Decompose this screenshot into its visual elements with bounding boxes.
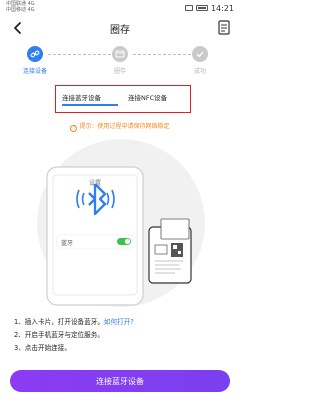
warning-icon: !	[70, 125, 78, 132]
progress-stepper: 连接设备 圈存 成功	[0, 46, 240, 82]
tab-nfc[interactable]: 连接NFC设备	[128, 92, 167, 102]
step-label: 成功	[193, 68, 206, 75]
bluetooth-illustration: 设置 蓝牙	[37, 139, 205, 307]
step-load: 圈存	[90, 46, 150, 75]
bluetooth-toggle	[117, 238, 131, 245]
card-reader-graphic	[148, 218, 192, 284]
connection-tabs: 连接蓝牙设备 连接NFC设备	[55, 85, 191, 113]
tip-text: 提示：使用过程中请保持网络稳定	[79, 123, 170, 130]
battery-icon	[195, 5, 208, 11]
bluetooth-setting-label: 蓝牙	[61, 239, 73, 247]
step-label: 连接设备	[22, 68, 47, 75]
phone-graphic: 设置 蓝牙	[46, 166, 144, 306]
vibrate-icon	[184, 5, 193, 11]
instruction-step-3: 3、点击开始连接。	[14, 344, 71, 352]
step-connect-device: 连接设备	[5, 46, 65, 75]
tip-banner: ! 提示：使用过程中请保持网络稳定	[0, 121, 240, 132]
card-icon	[112, 46, 128, 62]
step-success: 成功	[170, 46, 230, 75]
instruction-step-1: 1、插入卡片，打开设备蓝牙。如何打开?	[14, 316, 134, 329]
active-tab-indicator	[62, 104, 118, 106]
check-icon	[192, 46, 208, 62]
link-icon	[27, 46, 43, 62]
clock: 14:21	[210, 3, 234, 13]
instructions: 1、插入卡片，打开设备蓝牙。如何打开? 2、开启手机蓝牙与定位服务。 3、点击开…	[14, 316, 134, 355]
connect-bluetooth-button[interactable]: 连接蓝牙设备	[10, 370, 230, 392]
carrier-label-2: 中国移动 4G	[6, 7, 35, 13]
step-label: 圈存	[113, 68, 126, 75]
how-to-open-link[interactable]: 如何打开?	[104, 318, 134, 326]
instruction-step-2: 2、开启手机蓝牙与定位服务。	[14, 331, 104, 339]
tab-bluetooth[interactable]: 连接蓝牙设备	[62, 92, 101, 102]
status-bar: 中国联通 4G 中国移动 4G 14:21	[0, 0, 240, 16]
document-icon[interactable]	[217, 20, 231, 36]
app-header: 圈存	[0, 18, 240, 40]
page-title: 圈存	[110, 25, 130, 36]
instruction-text: 1、插入卡片，打开设备蓝牙。	[14, 318, 104, 326]
